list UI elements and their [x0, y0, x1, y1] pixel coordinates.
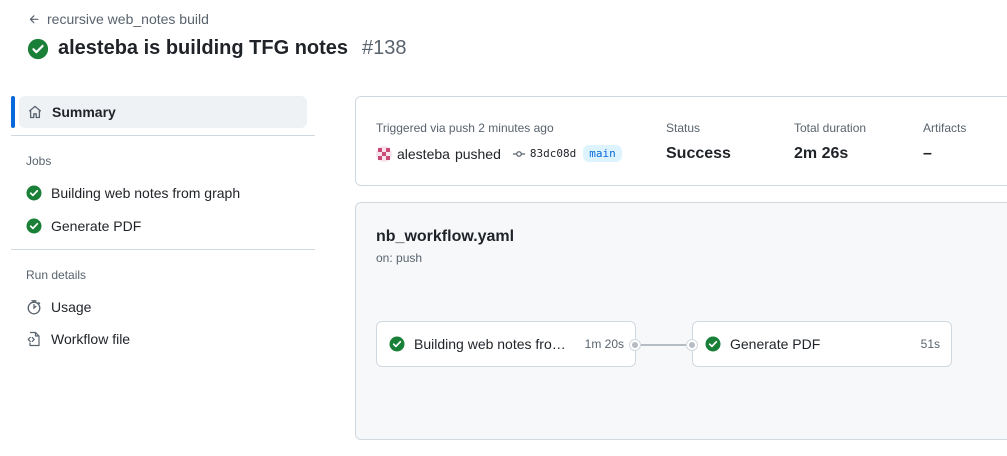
commit-link[interactable]: 83dc08d [512, 147, 576, 161]
job-node-pdf[interactable]: Generate PDF 51s [692, 321, 952, 367]
artifacts-value: – [923, 145, 932, 162]
run-title: alesteba is building TFG notes [58, 37, 349, 59]
workflow-trigger: on: push [376, 251, 423, 265]
run-summary-card: Triggered via push 2 minutes ago alesteb… [355, 96, 1007, 186]
job-name: Building web notes from ... [414, 336, 576, 352]
arrow-left-icon [29, 14, 39, 23]
trigger-label: Triggered via push 2 minutes ago [376, 121, 554, 135]
page-title: alesteba is building TFG notes #138 [27, 37, 407, 60]
workflow-graph-card: nb_workflow.yaml on: push Building web n… [355, 202, 1007, 440]
sidebar-item-label: Summary [52, 104, 116, 120]
actor-name[interactable]: alesteba [397, 146, 450, 162]
success-check-icon [389, 336, 405, 352]
actor-action: pushed [454, 145, 501, 162]
sidebar-divider [11, 135, 315, 136]
git-commit-icon [512, 150, 525, 157]
home-icon [28, 105, 42, 119]
job-name: Generate PDF [730, 336, 821, 352]
sidebar-item-workflow-file[interactable]: Workflow file [26, 331, 130, 347]
job-node-building[interactable]: Building web notes from ... 1m 20s [376, 321, 636, 367]
sidebar-item-job-building[interactable]: Building web notes from graph [26, 185, 240, 201]
commit-sha: 83dc08d [529, 147, 577, 160]
branch-badge[interactable]: main [583, 145, 622, 162]
back-link[interactable]: recursive web_notes build [28, 11, 209, 27]
sidebar-divider [11, 249, 315, 250]
sidebar-item-label: Building web notes from graph [51, 185, 241, 201]
success-check-icon [705, 336, 721, 352]
run-number: #138 [362, 37, 407, 59]
jobs-heading: Jobs [26, 154, 52, 168]
success-check-icon [26, 218, 42, 234]
connector-dot-end [687, 340, 697, 350]
job-duration: 51s [920, 337, 940, 351]
status-value: Success [666, 145, 731, 162]
job-duration: 1m 20s [584, 337, 624, 351]
trigger-row: alesteba pushed 83dc08d main [376, 145, 622, 162]
back-link-label: recursive web_notes build [47, 11, 209, 27]
sidebar-item-usage[interactable]: Usage [26, 299, 91, 315]
workflow-file-name: nb_workflow.yaml [376, 228, 515, 245]
stopwatch-icon [27, 300, 41, 315]
job-connector [635, 344, 692, 346]
sidebar-item-job-pdf[interactable]: Generate PDF [26, 218, 141, 234]
avatar[interactable] [376, 145, 392, 162]
success-check-icon [26, 185, 42, 201]
duration-label: Total duration [794, 121, 867, 135]
status-label: Status [666, 121, 701, 135]
run-details-heading: Run details [26, 268, 87, 282]
sidebar-item-label: Usage [51, 299, 92, 315]
success-check-icon [27, 38, 49, 59]
connector-dot-start [630, 340, 640, 350]
sidebar-item-label: Workflow file [51, 331, 131, 347]
sidebar-item-summary[interactable]: Summary [19, 96, 307, 128]
file-code-icon [27, 331, 40, 347]
active-indicator [11, 96, 15, 128]
artifacts-label: Artifacts [923, 121, 967, 135]
duration-value: 2m 26s [794, 145, 849, 162]
sidebar-item-label: Generate PDF [51, 218, 142, 234]
